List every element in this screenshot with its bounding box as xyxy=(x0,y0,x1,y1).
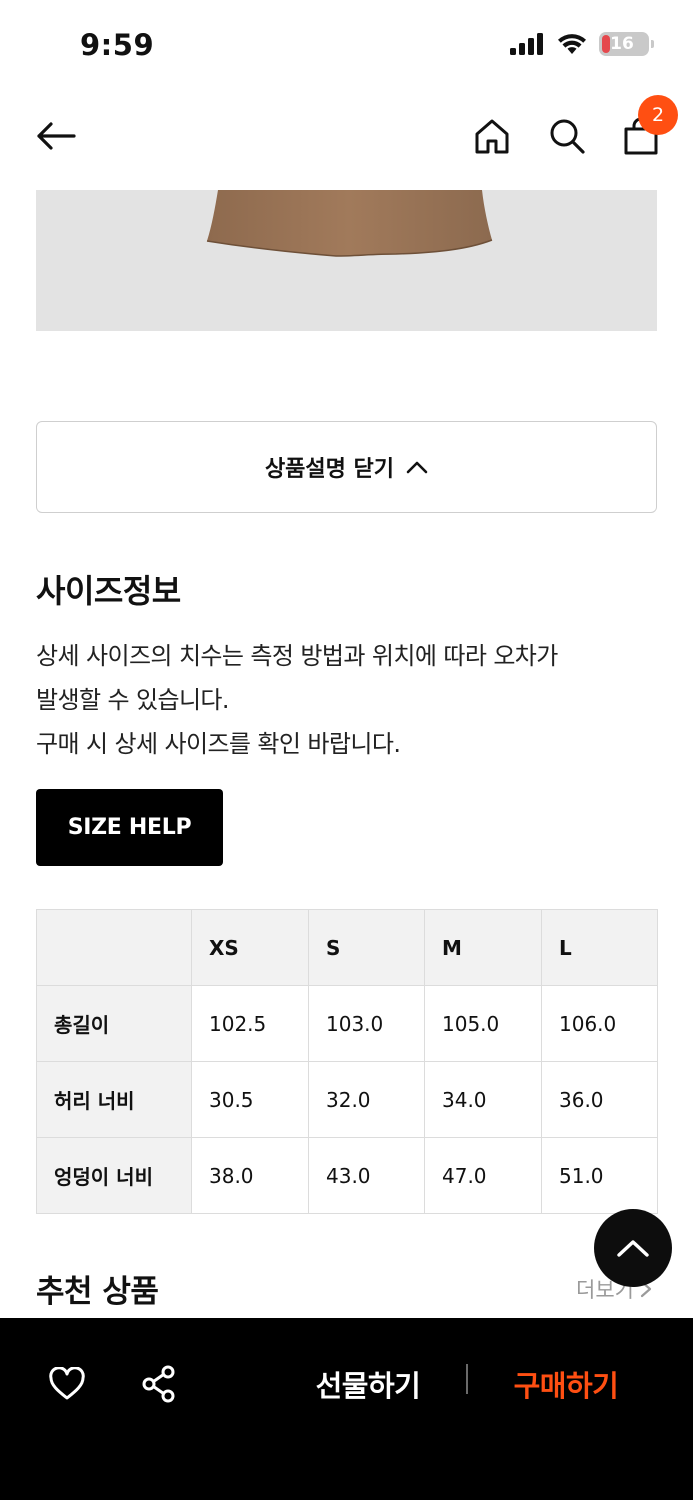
signal-icon xyxy=(510,33,543,55)
measurement-label: 엉덩이 너비 xyxy=(36,1137,192,1214)
measurement-label: 총길이 xyxy=(36,985,192,1062)
size-column-header: S xyxy=(308,909,425,986)
search-icon xyxy=(550,119,585,154)
close-description-label: 상품설명 닫기 xyxy=(264,457,395,482)
heart-icon xyxy=(49,1367,85,1400)
battery-nub xyxy=(651,40,654,48)
measurement-value: 32.0 xyxy=(308,1061,425,1138)
product-image xyxy=(36,190,657,331)
measurement-value: 38.0 xyxy=(191,1137,309,1214)
measurement-value: 36.0 xyxy=(541,1061,658,1138)
measurement-label: 허리 너비 xyxy=(36,1061,192,1138)
wifi-icon xyxy=(558,34,586,54)
measurement-value: 34.0 xyxy=(424,1061,542,1138)
measurement-value: 51.0 xyxy=(541,1137,658,1214)
size-column-header: L xyxy=(541,909,658,986)
size-description-line: 발생할 수 있습니다. xyxy=(36,686,230,714)
size-column-header: XS xyxy=(191,909,309,986)
size-description-line: 구매 시 상세 사이즈를 확인 바랍니다. xyxy=(36,730,401,758)
table-row: 총길이 102.5 103.0 105.0 106.0 xyxy=(36,985,658,1062)
top-nav xyxy=(0,90,693,190)
scroll-to-top-button[interactable] xyxy=(594,1209,672,1287)
share-icon xyxy=(142,1365,175,1403)
status-time: 9:59 xyxy=(80,28,155,62)
close-description-button[interactable]: 상품설명 닫기 xyxy=(36,421,657,513)
measurement-value: 47.0 xyxy=(424,1137,542,1214)
size-info-description: 상세 사이즈의 치수는 측정 방법과 위치에 따라 오차가 발생할 수 있습니다… xyxy=(36,634,676,766)
size-table-header-row: XS S M L xyxy=(36,909,658,986)
search-button[interactable] xyxy=(543,112,591,160)
measurement-value: 105.0 xyxy=(424,985,542,1062)
status-icons: 16 xyxy=(509,32,654,56)
size-table: XS S M L 총길이 102.5 103.0 105.0 106.0 허리 … xyxy=(36,909,658,1214)
size-info-title: 사이즈정보 xyxy=(36,572,181,610)
battery-level-text: 16 xyxy=(610,34,634,54)
measurement-value: 30.5 xyxy=(191,1061,309,1138)
like-button[interactable] xyxy=(43,1360,91,1408)
back-button[interactable] xyxy=(32,112,80,160)
size-table-corner-cell xyxy=(36,909,192,986)
share-button[interactable] xyxy=(135,1360,183,1408)
size-description-line: 상세 사이즈의 치수는 측정 방법과 위치에 따라 오차가 xyxy=(36,642,558,670)
home-icon xyxy=(475,119,509,154)
size-column-header: M xyxy=(424,909,542,986)
table-row: 엉덩이 너비 38.0 43.0 47.0 51.0 xyxy=(36,1137,658,1214)
table-row: 허리 너비 30.5 32.0 34.0 36.0 xyxy=(36,1061,658,1138)
skirt-image xyxy=(206,190,493,257)
gift-button[interactable]: 선물하기 xyxy=(300,1358,436,1410)
cart-count-badge: 2 xyxy=(638,95,678,135)
battery-indicator: 16 xyxy=(599,32,654,56)
chevron-up-icon xyxy=(617,1240,649,1257)
measurement-value: 102.5 xyxy=(191,985,309,1062)
arrow-left-icon xyxy=(37,122,76,150)
bottom-action-bar: 선물하기 구매하기 xyxy=(0,1318,693,1500)
buy-button[interactable]: 구매하기 xyxy=(498,1358,634,1410)
measurement-value: 106.0 xyxy=(541,985,658,1062)
measurement-value: 103.0 xyxy=(308,985,425,1062)
recommendations-title: 추천 상품 xyxy=(36,1274,159,1310)
home-button[interactable] xyxy=(468,112,516,160)
divider xyxy=(466,1364,468,1394)
size-help-button[interactable]: SIZE HELP xyxy=(36,789,223,866)
measurement-value: 43.0 xyxy=(308,1137,425,1214)
chevron-up-icon xyxy=(406,461,428,474)
status-bar: 9:59 16 xyxy=(0,0,693,90)
